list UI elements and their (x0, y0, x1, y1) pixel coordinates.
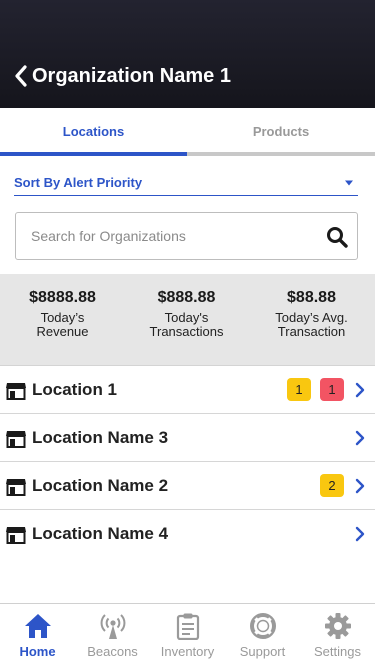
nav-beacons[interactable]: Beacons (75, 604, 150, 667)
location-row[interactable]: Location Name 4 (0, 510, 375, 558)
tab-products[interactable]: Products (187, 108, 375, 156)
active-tab-indicator (0, 152, 187, 156)
search-input[interactable] (31, 213, 321, 259)
stat-transactions: $888.88 Today's Transactions (124, 287, 249, 339)
chevron-right-icon (355, 430, 365, 446)
gear-icon (325, 613, 351, 639)
app-header: Organization Name 1 (0, 0, 375, 108)
stat-avg-transaction-label: Today’s Avg. Transaction (275, 310, 348, 339)
location-row[interactable]: Location Name 2 2 (0, 462, 375, 510)
sort-dropdown[interactable]: Sort By Alert Priority (14, 170, 358, 196)
stat-avg-transaction: $88.88 Today’s Avg. Transaction (249, 287, 374, 339)
nav-settings[interactable]: Settings (300, 604, 375, 667)
stat-revenue-label: Today’s Revenue (36, 310, 89, 339)
nav-home-label: Home (19, 644, 56, 659)
stat-revenue-value: $8888.88 (29, 289, 96, 306)
location-name: Location 1 (32, 380, 118, 399)
clipboard-icon (176, 613, 200, 640)
store-icon (6, 431, 26, 448)
stat-transactions-label: Today's Transactions (149, 310, 224, 339)
nav-support[interactable]: Support (225, 604, 300, 667)
nav-beacons-label: Beacons (87, 644, 138, 659)
nav-settings-label: Settings (314, 644, 361, 659)
home-icon (25, 614, 51, 638)
location-name: Location Name 3 (32, 428, 169, 447)
location-list: Location 1 1 1 Location Name 3 Location … (0, 366, 375, 558)
search-box (15, 212, 358, 260)
nav-inventory[interactable]: Inventory (150, 604, 225, 667)
chevron-right-icon (355, 478, 365, 494)
caret-down-icon (345, 180, 353, 186)
nav-home[interactable]: Home (0, 604, 75, 667)
nav-support-label: Support (239, 644, 286, 659)
search-icon[interactable] (326, 226, 348, 248)
location-row[interactable]: Location 1 1 1 (0, 366, 375, 414)
location-name: Location Name 2 (32, 476, 169, 495)
lifebuoy-icon (250, 613, 276, 639)
page-title: Organization Name 1 (32, 65, 231, 87)
daily-stats-panel: $8888.88 Today’s Revenue $888.88 Today's… (0, 274, 375, 366)
location-row[interactable]: Location Name 3 (0, 414, 375, 462)
stat-revenue: $8888.88 Today’s Revenue (0, 287, 125, 339)
alert-badge-warning: 1 (287, 378, 311, 401)
antenna-icon (100, 614, 126, 639)
alert-badge-critical: 1 (320, 378, 344, 401)
store-icon (6, 479, 26, 496)
chevron-right-icon (355, 526, 365, 542)
stat-avg-transaction-value: $88.88 (287, 289, 336, 306)
store-icon (6, 383, 26, 400)
chevron-left-icon[interactable] (12, 63, 30, 89)
inactive-tab-indicator (187, 152, 375, 156)
bottom-nav: Home Beacons Inventory Support Settings (0, 603, 375, 667)
chevron-right-icon (355, 382, 365, 398)
location-name: Location Name 4 (32, 524, 169, 543)
alert-badge-warning: 2 (320, 474, 344, 497)
store-icon (6, 527, 26, 544)
stat-transactions-value: $888.88 (157, 289, 216, 306)
sort-dropdown-label: Sort By Alert Priority (14, 175, 143, 190)
nav-inventory-label: Inventory (160, 644, 215, 659)
tab-bar: Locations Products (0, 108, 375, 156)
tab-locations[interactable]: Locations (0, 108, 187, 156)
